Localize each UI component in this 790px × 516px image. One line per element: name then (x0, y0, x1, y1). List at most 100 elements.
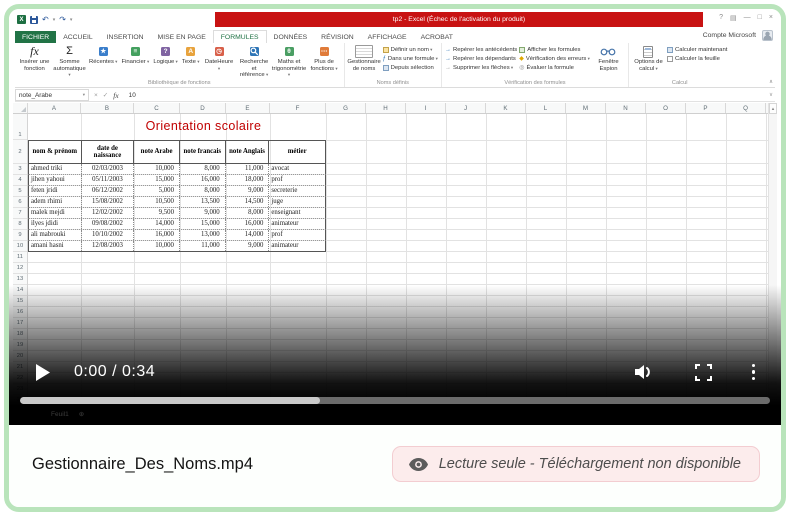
row-header[interactable]: 10 (13, 241, 27, 252)
math-trig-button[interactable]: θ Maths et trigonométrie (273, 44, 306, 80)
formula-input[interactable]: 10 (129, 92, 136, 99)
column-header[interactable]: A (28, 103, 81, 113)
video-viewport[interactable]: X ↶ ▾ ↷ ▾ tp2 - Excel (Échec de l'activa… (9, 9, 781, 425)
column-header[interactable]: G (326, 103, 366, 113)
seek-bar[interactable] (20, 397, 770, 404)
cancel-entry-icon[interactable]: × (94, 92, 98, 99)
undo-icon[interactable]: ↶ (42, 16, 49, 24)
column-header[interactable]: B (81, 103, 134, 113)
minimize-button[interactable]: — (744, 14, 751, 22)
use-in-formula-button[interactable]: ƒDans une formule (383, 56, 438, 62)
calc-now-button[interactable]: Calculer maintenant (667, 47, 727, 53)
autosum-button[interactable]: Σ Somme automatique (53, 44, 86, 80)
datetime-button[interactable]: ◷ DateHeure (203, 44, 236, 73)
column-header[interactable]: O (646, 103, 686, 113)
more-options-button[interactable] (752, 364, 756, 381)
insert-function-label: Insérer une fonction (19, 59, 50, 72)
error-checking-button[interactable]: ◆Vérification des erreurs (519, 56, 590, 62)
tab-revision[interactable]: RÉVISION (314, 31, 360, 43)
column-header[interactable]: H (366, 103, 406, 113)
watch-window-label: Fenêtre Espion (593, 59, 624, 72)
column-header[interactable]: E (226, 103, 270, 113)
name-box-caret-icon[interactable]: ▾ (83, 92, 85, 98)
undo-caret-icon[interactable]: ▾ (53, 17, 56, 23)
cell-note-francais: 11,000 (180, 241, 226, 251)
row-header[interactable]: 8 (13, 219, 27, 230)
lookup-reference-button[interactable]: Recherche et référence (238, 44, 271, 80)
row-header[interactable]: 7 (13, 208, 27, 219)
save-icon[interactable] (30, 16, 38, 24)
cell-note-francais: 15,000 (180, 219, 226, 229)
select-all-corner[interactable] (13, 103, 28, 113)
define-name-button[interactable]: Définir un nom (383, 47, 438, 53)
trace-dependents-button[interactable]: →Repérer les dépendants (445, 56, 517, 62)
insert-function-small-icon[interactable]: fx (113, 91, 118, 100)
row-header[interactable]: 3 (13, 164, 27, 175)
calc-sheet-button[interactable]: Calculer la feuille (667, 56, 727, 62)
row-header[interactable]: 12 (13, 263, 27, 274)
volume-button[interactable] (633, 363, 655, 381)
cell-name: ilyes jdidi (29, 219, 82, 229)
text-functions-button[interactable]: A Texte (181, 44, 201, 67)
financial-button[interactable]: ≡ Financier (120, 44, 150, 67)
close-button[interactable]: × (769, 14, 773, 22)
ribbon-collapse-icon[interactable]: ∧ (769, 79, 773, 85)
tab-mise-en-page[interactable]: MISE EN PAGE (151, 31, 213, 43)
column-header[interactable]: F (270, 103, 326, 113)
group-label-formula-auditing: Vérification des formules (442, 80, 628, 86)
confirm-entry-icon[interactable]: ✓ (103, 91, 108, 99)
column-header[interactable]: P (686, 103, 726, 113)
watch-window-button[interactable]: Fenêtre Espion (592, 44, 625, 73)
help-button[interactable]: ? (719, 14, 723, 22)
readonly-badge-text: Lecture seule - Téléchargement non dispo… (439, 456, 741, 472)
tab-acrobat[interactable]: ACROBAT (414, 31, 460, 43)
remove-arrows-button[interactable]: →Supprimer les flèches (445, 65, 517, 71)
column-header[interactable]: Q (726, 103, 766, 113)
name-manager-button[interactable]: Gestionnaire de noms (348, 44, 381, 73)
restore-button[interactable]: □ (758, 14, 762, 22)
logical-button[interactable]: ? Logique (152, 44, 179, 67)
formula-bar-expand-icon[interactable]: ∨ (769, 92, 773, 98)
column-header[interactable]: L (526, 103, 566, 113)
from-selection-button[interactable]: Depuis sélection (383, 65, 438, 71)
row-header[interactable]: 1 (13, 114, 27, 140)
calc-options-button[interactable]: Options de calcul (632, 44, 665, 73)
qat-customize-caret-icon[interactable]: ▾ (70, 17, 73, 23)
column-header[interactable]: D (180, 103, 226, 113)
buffered-bar (20, 397, 320, 404)
scroll-up-icon[interactable]: ▴ (769, 103, 777, 114)
column-header[interactable]: J (446, 103, 486, 113)
ribbon-display-button[interactable]: ▤ (730, 14, 737, 22)
fullscreen-button[interactable] (695, 364, 712, 381)
column-headers[interactable]: ABCDEFGHIJKLMNOPQ (13, 103, 768, 114)
column-header[interactable]: N (606, 103, 646, 113)
row-header[interactable]: 11 (13, 252, 27, 263)
row-header[interactable]: 2 (13, 140, 27, 164)
recent-functions-button[interactable]: ★ Récentes (88, 44, 118, 67)
tab-affichage[interactable]: AFFICHAGE (361, 31, 414, 43)
evaluate-formula-button[interactable]: ◎Évaluer la formule (519, 65, 590, 71)
row-header[interactable]: 4 (13, 175, 27, 186)
tab-fichier[interactable]: FICHIER (15, 31, 56, 43)
more-functions-button[interactable]: ⋯ Plus de fonctions (308, 44, 341, 73)
column-header[interactable]: C (134, 103, 180, 113)
row-header[interactable]: 6 (13, 197, 27, 208)
row-header[interactable]: 5 (13, 186, 27, 197)
column-header[interactable]: I (406, 103, 446, 113)
play-button[interactable] (35, 364, 50, 381)
tab-accueil[interactable]: ACCUEIL (56, 31, 99, 43)
show-formulas-button[interactable]: Afficher les formules (519, 47, 590, 53)
column-header[interactable]: M (566, 103, 606, 113)
cell-metier: animateur (269, 241, 325, 251)
row-header[interactable]: 13 (13, 274, 27, 285)
row-header[interactable]: 9 (13, 230, 27, 241)
column-header[interactable]: K (486, 103, 526, 113)
tab-insertion[interactable]: INSERTION (100, 31, 151, 43)
redo-icon[interactable]: ↷ (59, 16, 66, 24)
name-box[interactable]: note_Arabe ▾ (15, 89, 89, 101)
trace-precedents-button[interactable]: →Repérer les antécédents (445, 47, 517, 53)
insert-function-button[interactable]: fx Insérer une fonction (18, 44, 51, 73)
tab-donnees[interactable]: DONNÉES (267, 31, 315, 43)
account-menu[interactable]: Compte Microsoft (703, 30, 773, 41)
tab-formules[interactable]: FORMULES (213, 30, 267, 43)
